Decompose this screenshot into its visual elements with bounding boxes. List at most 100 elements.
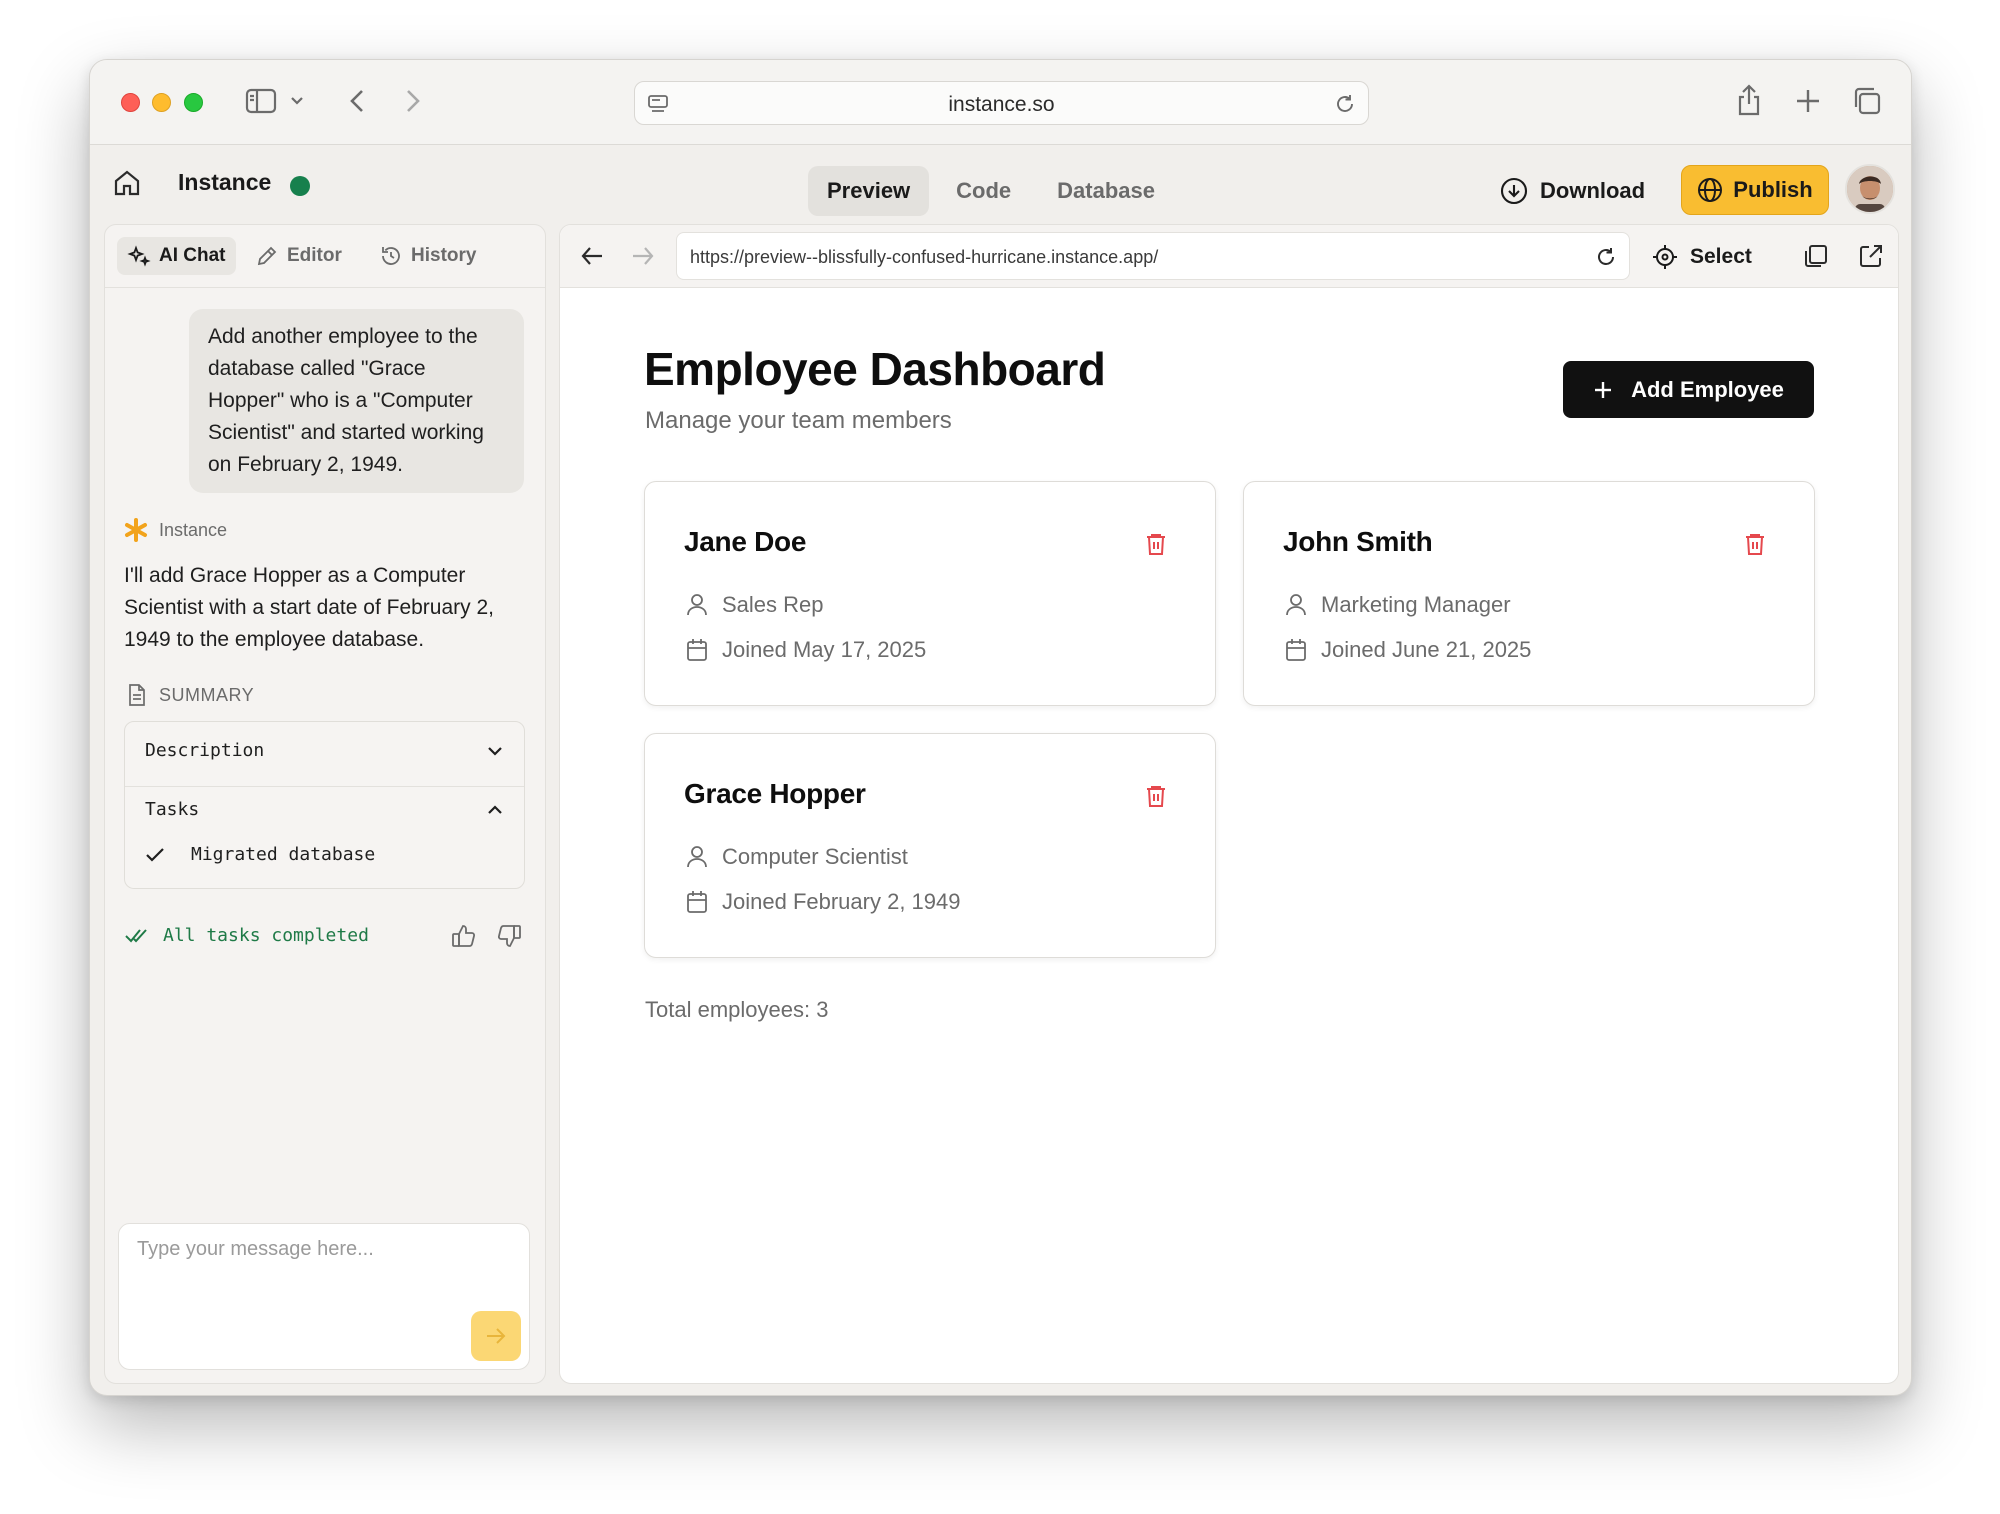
employee-name: Grace Hopper bbox=[684, 778, 866, 809]
preview-back-icon[interactable] bbox=[580, 245, 604, 267]
instance-logo-icon bbox=[123, 517, 149, 543]
plus-icon bbox=[1593, 380, 1613, 400]
select-element-button[interactable]: Select bbox=[1652, 237, 1752, 277]
employee-card: John Smith Marketing Manager Joined June… bbox=[1243, 481, 1815, 706]
tab-preview[interactable]: Preview bbox=[808, 166, 930, 216]
tab-history-label: History bbox=[411, 245, 477, 266]
download-icon bbox=[1500, 177, 1528, 205]
tab-overview-icon[interactable] bbox=[1852, 86, 1882, 116]
total-employees: Total employees: 3 bbox=[645, 997, 829, 1022]
assistant-name: Instance bbox=[159, 519, 228, 540]
tab-editor[interactable]: Editor bbox=[245, 237, 352, 275]
employee-joined: Joined February 2, 1949 bbox=[722, 889, 961, 914]
thumbs-up-icon[interactable] bbox=[451, 923, 477, 949]
assistant-message: I'll add Grace Hopper as a Computer Scie… bbox=[124, 564, 495, 651]
summary-box: Description Tasks Migrated database bbox=[124, 721, 525, 889]
download-button[interactable]: Download bbox=[1500, 166, 1645, 216]
status-indicator bbox=[290, 176, 310, 196]
user-message: Add another employee to the database cal… bbox=[189, 309, 524, 493]
assistant-header: Instance bbox=[123, 517, 227, 543]
browser-window: instance.so Instance Preview Code Databa… bbox=[89, 59, 1912, 1396]
page-title: Employee Dashboard bbox=[644, 343, 1106, 395]
completion-label: All tasks completed bbox=[163, 925, 369, 946]
employee-joined: Joined May 17, 2025 bbox=[722, 637, 927, 662]
crosshair-icon bbox=[1652, 244, 1678, 270]
message-input[interactable] bbox=[119, 1224, 529, 1369]
employee-date-row: Joined May 17, 2025 bbox=[686, 637, 926, 663]
copy-icon[interactable] bbox=[1803, 243, 1829, 269]
employee-card: Jane Doe Sales Rep Joined May 17, 2025 bbox=[644, 481, 1216, 706]
globe-icon bbox=[1697, 177, 1723, 203]
message-input-box bbox=[118, 1223, 530, 1370]
tasks-toggle[interactable]: Tasks bbox=[125, 799, 524, 820]
add-employee-button[interactable]: Add Employee bbox=[1563, 361, 1814, 418]
document-icon bbox=[127, 683, 147, 707]
add-employee-label: Add Employee bbox=[1631, 376, 1784, 402]
zoom-window-button[interactable] bbox=[184, 93, 203, 112]
employee-card: Grace Hopper Computer Scientist Joined F… bbox=[644, 733, 1216, 958]
tab-history[interactable]: History bbox=[369, 237, 486, 275]
tab-database[interactable]: Database bbox=[1038, 166, 1174, 216]
calendar-icon bbox=[1285, 638, 1307, 662]
chevron-down-icon bbox=[486, 745, 504, 757]
summary-label: SUMMARY bbox=[159, 684, 255, 705]
avatar[interactable] bbox=[1845, 164, 1895, 214]
address-bar[interactable]: instance.so bbox=[634, 81, 1369, 125]
address-url: instance.so bbox=[948, 93, 1055, 116]
employee-role: Sales Rep bbox=[722, 592, 824, 617]
employee-name: John Smith bbox=[1283, 526, 1433, 557]
trash-icon[interactable] bbox=[1145, 784, 1167, 808]
back-icon[interactable] bbox=[348, 87, 366, 115]
history-icon bbox=[379, 244, 403, 268]
preview-toolbar: https://preview--blissfully-confused-hur… bbox=[560, 225, 1898, 288]
user-icon bbox=[1285, 593, 1307, 617]
new-tab-icon[interactable] bbox=[1795, 88, 1821, 114]
arrow-right-icon bbox=[485, 1327, 507, 1345]
trash-icon[interactable] bbox=[1145, 532, 1167, 556]
home-icon[interactable] bbox=[112, 168, 142, 198]
chevron-up-icon bbox=[486, 804, 504, 816]
employee-role: Marketing Manager bbox=[1321, 592, 1511, 617]
publish-label: Publish bbox=[1733, 177, 1813, 202]
tab-code[interactable]: Code bbox=[937, 166, 1030, 216]
tab-ai-chat[interactable]: AI Chat bbox=[117, 237, 236, 275]
sparkles-icon bbox=[127, 244, 151, 268]
select-label: Select bbox=[1690, 245, 1752, 268]
tasks-label: Tasks bbox=[145, 799, 200, 820]
trash-icon[interactable] bbox=[1744, 532, 1766, 556]
description-toggle[interactable]: Description bbox=[125, 740, 524, 761]
reload-icon[interactable] bbox=[1334, 93, 1356, 115]
user-icon bbox=[686, 593, 708, 617]
thumbs-down-icon[interactable] bbox=[496, 923, 522, 949]
pencil-icon bbox=[255, 244, 279, 268]
description-label: Description bbox=[145, 740, 265, 761]
minimize-window-button[interactable] bbox=[152, 93, 171, 112]
forward-icon[interactable] bbox=[404, 87, 422, 115]
employee-role: Computer Scientist bbox=[722, 844, 908, 869]
employee-name: Jane Doe bbox=[684, 526, 807, 557]
task-item-label: Migrated database bbox=[191, 844, 376, 865]
preview-reload-icon[interactable] bbox=[1595, 246, 1617, 268]
close-window-button[interactable] bbox=[121, 93, 140, 112]
open-external-icon[interactable] bbox=[1858, 243, 1884, 269]
completion-status: All tasks completed bbox=[125, 925, 369, 946]
download-label: Download bbox=[1540, 178, 1646, 203]
employee-role-row: Computer Scientist bbox=[686, 844, 908, 870]
sidebar-toggle-icon[interactable] bbox=[245, 87, 277, 115]
preview-url: https://preview--blissfully-confused-hur… bbox=[690, 247, 1159, 267]
employee-role-row: Sales Rep bbox=[686, 592, 824, 618]
share-icon[interactable] bbox=[1735, 83, 1763, 117]
preview-forward-icon[interactable] bbox=[631, 245, 655, 267]
app-header: Instance Preview Code Database Download … bbox=[90, 146, 1911, 224]
chevron-down-icon[interactable] bbox=[290, 95, 304, 107]
employee-joined: Joined June 21, 2025 bbox=[1321, 637, 1532, 662]
app-name: Instance bbox=[178, 169, 272, 195]
tab-ai-chat-label: AI Chat bbox=[159, 245, 226, 266]
preview-url-bar[interactable]: https://preview--blissfully-confused-hur… bbox=[676, 232, 1630, 280]
preview-panel: https://preview--blissfully-confused-hur… bbox=[559, 224, 1899, 1384]
send-button[interactable] bbox=[471, 1311, 521, 1361]
employee-date-row: Joined February 2, 1949 bbox=[686, 889, 961, 915]
check-icon bbox=[145, 847, 165, 863]
chat-panel-tabs: AI Chat Editor History bbox=[105, 225, 545, 288]
publish-button[interactable]: Publish bbox=[1681, 165, 1829, 215]
